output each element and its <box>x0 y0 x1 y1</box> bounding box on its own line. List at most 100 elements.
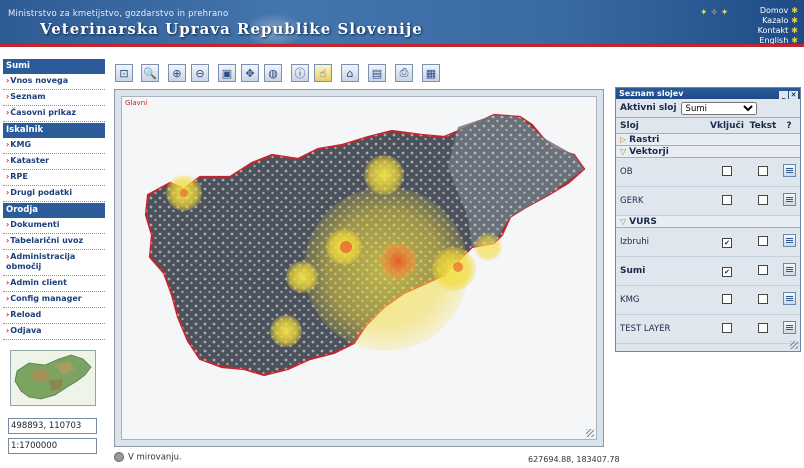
sidebar: Sumi ›Vnos novega ›Seznam ›Časovni prika… <box>3 58 105 454</box>
hotspot-west <box>286 261 318 293</box>
active-layer-row: Aktivni sloj Sumi <box>616 99 800 118</box>
slovenia-map[interactable] <box>122 97 596 439</box>
sidebar-section-iskalnik: Iskalnik <box>3 123 105 138</box>
sidebar-item-tabelaricni-uvoz[interactable]: ›Tabelarični uvoz <box>3 234 105 250</box>
map-coordinates: 627694.88, 183407.78 <box>528 455 620 464</box>
close-icon[interactable]: ✕ <box>789 91 798 99</box>
print-icon[interactable]: ⎙ <box>395 64 413 82</box>
col-enable: Vključi <box>710 120 744 131</box>
status-lamp-icon <box>114 452 124 462</box>
sidebar-item-dokumenti[interactable]: ›Dokumenti <box>3 218 105 234</box>
hotspot-north <box>364 155 404 195</box>
active-layer-select[interactable]: Sumi <box>680 101 757 115</box>
active-layer-label: Aktivni sloj <box>620 103 677 113</box>
layer-row-ob: OB <box>616 158 800 187</box>
sidebar-item-drugi-podatki[interactable]: ›Drugi podatki <box>3 186 105 202</box>
overview-map-image <box>11 351 95 405</box>
layer-row-izbruhi: Izbruhi ✔ <box>616 228 800 257</box>
zoom-search-icon[interactable]: 🔍 <box>141 64 159 82</box>
sidebar-item-reload[interactable]: ›Reload <box>3 308 105 324</box>
layer-row-kmg: KMG <box>616 286 800 315</box>
layer-text-checkbox[interactable] <box>758 194 768 205</box>
sidebar-item-rpe[interactable]: ›RPE <box>3 170 105 186</box>
layer-text-checkbox[interactable] <box>758 235 768 246</box>
map-status: V mirovanju. <box>114 452 182 463</box>
sidebar-item-kataster[interactable]: ›Kataster <box>3 154 105 170</box>
site-header: Ministrstvo za kmetijstvo, gozdarstvo in… <box>0 0 804 44</box>
minimize-icon[interactable]: _ <box>779 91 788 99</box>
sidebar-item-seznam[interactable]: ›Seznam <box>3 90 105 106</box>
zoom-in-icon[interactable]: ⊕ <box>168 64 186 82</box>
header-links: Domov ✱ Kazalo ✱ Kontakt ✱ English ✱ <box>758 6 798 44</box>
header-link-home[interactable]: Domov ✱ <box>758 6 798 16</box>
layer-enable-checkbox[interactable]: ✔ <box>722 266 732 277</box>
pan-icon[interactable]: ✥ <box>241 64 259 82</box>
layers-panel-titlebar[interactable]: Seznam slojev _ ✕ <box>616 88 800 99</box>
panel-resize-grip[interactable] <box>790 341 798 349</box>
layer-group-vurs[interactable]: ▽ VURS <box>616 216 800 228</box>
map-resize-grip[interactable] <box>586 429 594 437</box>
collapse-icon: ▽ <box>620 217 627 226</box>
layer-text-checkbox[interactable] <box>758 165 768 176</box>
globe-icon[interactable]: ◍ <box>264 64 282 82</box>
sidebar-item-admin-client[interactable]: ›Admin client <box>3 276 105 292</box>
layer-properties-icon[interactable] <box>782 263 796 276</box>
header-divider <box>0 44 804 47</box>
layer-properties-icon[interactable] <box>782 292 796 305</box>
layer-row-gerk: GERK <box>616 187 800 216</box>
hotspot-center-red <box>380 243 416 279</box>
layer-text-checkbox[interactable] <box>758 322 768 333</box>
layer-properties-icon[interactable] <box>782 321 796 334</box>
expand-icon: ▷ <box>620 135 627 144</box>
sidebar-section-orodja: Orodja <box>3 203 105 218</box>
layers-icon[interactable]: ▤ <box>368 64 386 82</box>
overview-map[interactable] <box>10 350 96 406</box>
layer-row-sumi: Sumi ✔ <box>616 257 800 286</box>
layer-text-checkbox[interactable] <box>758 264 768 275</box>
map-canvas[interactable]: Glavni <box>121 96 597 440</box>
sidebar-section-sumi: Sumi <box>3 59 105 74</box>
hotspot-southwest <box>270 315 302 347</box>
site-title: Veterinarska Uprava Republike Slovenije <box>40 20 423 38</box>
layer-enable-checkbox[interactable] <box>722 194 732 205</box>
layer-group-vektorji[interactable]: ▽ Vektorji <box>616 146 800 158</box>
map-frame: Glavni <box>114 89 604 447</box>
layer-text-checkbox[interactable] <box>758 293 768 304</box>
home-icon[interactable]: ⌂ <box>341 64 359 82</box>
layer-properties-icon[interactable] <box>782 234 796 247</box>
col-help: ? <box>786 120 792 131</box>
select-icon[interactable]: ☝ <box>314 64 332 82</box>
header-link-contact[interactable]: Kontakt ✱ <box>758 26 798 36</box>
eu-stars-graphic: ✦ ✧ ✦ <box>700 8 729 18</box>
sidebar-item-vnos-novega[interactable]: ›Vnos novega <box>3 74 105 90</box>
scale-field[interactable]: 1:1700000 <box>8 438 97 454</box>
identify-icon[interactable]: ⓘ <box>291 64 309 82</box>
header-link-index[interactable]: Kazalo ✱ <box>758 16 798 26</box>
zoom-extent-icon[interactable]: ⊡ <box>115 64 133 82</box>
sidebar-item-casovni-prikaz[interactable]: ›Časovni prikaz <box>3 106 105 122</box>
sidebar-item-config-manager[interactable]: ›Config manager <box>3 292 105 308</box>
header-link-english[interactable]: English ✱ <box>758 36 798 44</box>
map-label: Glavni <box>125 99 148 107</box>
layers-panel: Seznam slojev _ ✕ Aktivni sloj Sumi Sloj … <box>615 87 801 352</box>
sidebar-item-odjava[interactable]: ›Odjava <box>3 324 105 340</box>
layer-group-rastri[interactable]: ▷ Rastri <box>616 134 800 146</box>
ministry-name: Ministrstvo za kmetijstvo, gozdarstvo in… <box>8 9 229 19</box>
coordinates-field[interactable]: 498893, 110703 <box>8 418 97 434</box>
hotspot-east-outer <box>474 233 502 261</box>
sidebar-item-administracija-obmocij[interactable]: ›Administracija območij <box>3 250 105 276</box>
sidebar-item-kmg[interactable]: ›KMG <box>3 138 105 154</box>
col-text: Tekst <box>749 120 777 131</box>
legend-icon[interactable]: ▦ <box>422 64 440 82</box>
layer-row-test-layer: TEST LAYER <box>616 315 800 344</box>
col-layer: Sloj <box>620 120 639 131</box>
layer-enable-checkbox[interactable] <box>722 293 732 304</box>
zoom-out-icon[interactable]: ⊖ <box>191 64 209 82</box>
layer-properties-icon[interactable] <box>782 193 796 206</box>
layer-enable-checkbox[interactable] <box>722 322 732 333</box>
layers-header: Sloj Vključi Tekst ? <box>616 118 800 134</box>
zoom-box-icon[interactable]: ▣ <box>218 64 236 82</box>
layer-enable-checkbox[interactable] <box>722 165 732 176</box>
layer-enable-checkbox[interactable]: ✔ <box>722 237 732 248</box>
layer-properties-icon[interactable] <box>782 164 796 177</box>
